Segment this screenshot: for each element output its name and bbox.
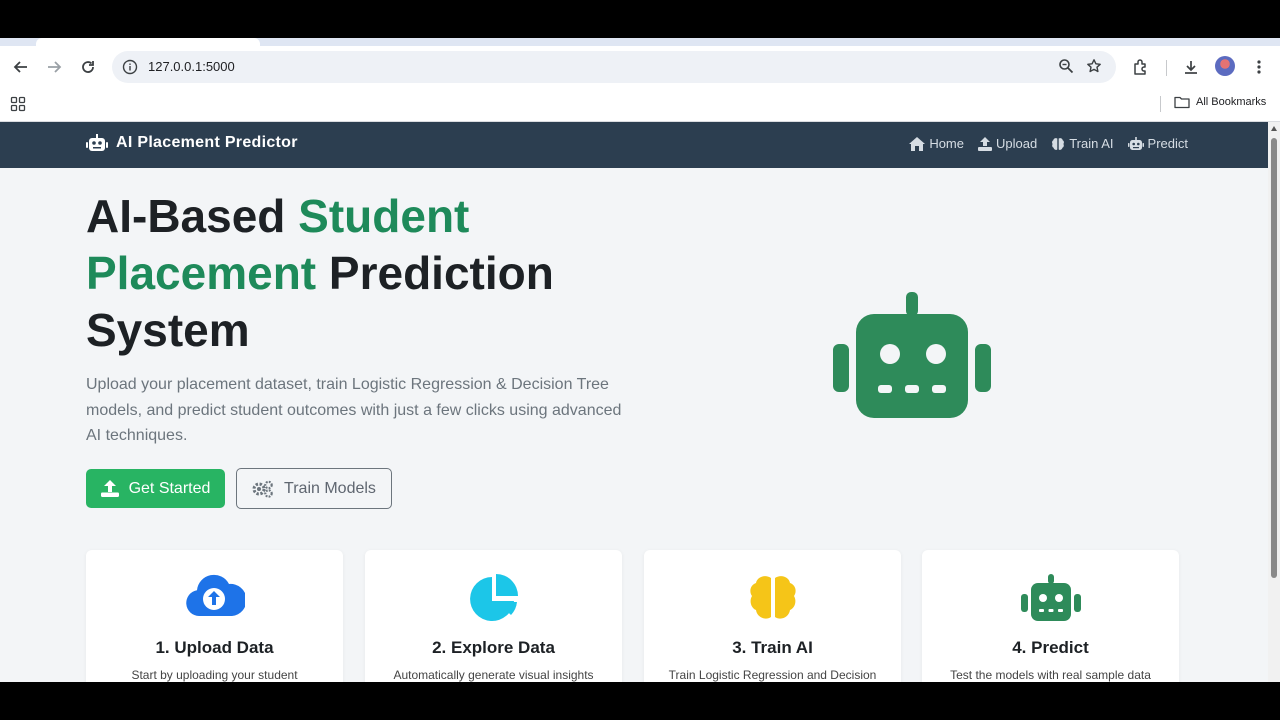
- back-icon[interactable]: [8, 54, 34, 80]
- card-text: Train Logistic Regression and Decision: [668, 668, 877, 682]
- menu-kebab-icon[interactable]: [1246, 54, 1272, 80]
- url-text[interactable]: 127.0.0.1:5000: [148, 59, 235, 74]
- nav-links: Home Upload Train AI Predict: [909, 136, 1188, 151]
- address-bar[interactable]: 127.0.0.1:5000: [112, 51, 1116, 83]
- upload-icon: [100, 480, 119, 497]
- site-navbar: AI Placement Predictor Home Upload Train…: [0, 122, 1268, 168]
- reload-icon[interactable]: [75, 54, 101, 80]
- browser-toolbar: 127.0.0.1:5000: [0, 46, 1280, 88]
- tab-strip: [0, 38, 1280, 46]
- download-icon[interactable]: [1178, 54, 1204, 80]
- nav-predict[interactable]: Predict: [1127, 136, 1188, 151]
- cloud-upload-icon: [185, 574, 245, 616]
- site-info-icon[interactable]: [122, 59, 138, 75]
- hero-robot-icon: [830, 288, 994, 425]
- card-title: 1. Upload Data: [155, 638, 274, 657]
- extensions-icon[interactable]: [1128, 54, 1154, 80]
- robot-icon: [1127, 136, 1144, 150]
- apps-grid-icon[interactable]: [10, 96, 26, 117]
- brain-icon: [749, 576, 796, 619]
- brand-link[interactable]: AI Placement Predictor: [86, 134, 298, 152]
- card-title: 4. Predict: [1012, 638, 1089, 657]
- robot-icon: [86, 134, 108, 151]
- feature-card-explore: 2. Explore Data Automatically generate v…: [365, 550, 622, 682]
- robot-icon: [1020, 574, 1081, 621]
- hero-description: Upload your placement dataset, train Log…: [86, 376, 622, 444]
- toolbar-divider: [1166, 60, 1167, 76]
- page-viewport: AI Placement Predictor Home Upload Train…: [0, 122, 1268, 682]
- scroll-up-icon[interactable]: [1271, 126, 1277, 131]
- get-started-button[interactable]: Get Started: [86, 469, 225, 508]
- forward-icon[interactable]: [41, 54, 67, 80]
- nav-upload-label: Upload: [996, 136, 1038, 151]
- letterbox-bottom: [0, 682, 1280, 720]
- nav-predict-label: Predict: [1147, 136, 1188, 151]
- folder-icon: [1174, 96, 1190, 109]
- bookmark-star-icon[interactable]: [1086, 58, 1102, 79]
- feature-card-train: 3. Train AI Train Logistic Regression an…: [644, 550, 901, 682]
- get-started-label: Get Started: [128, 479, 211, 497]
- bookmarks-bar: All Bookmarks: [0, 88, 1280, 122]
- letterbox-top: [0, 0, 1280, 38]
- feature-card-predict: 4. Predict Test the models with real sam…: [922, 550, 1179, 682]
- train-models-button[interactable]: Train Models: [236, 468, 392, 509]
- scrollbar-thumb[interactable]: [1271, 138, 1277, 578]
- page-scrollbar[interactable]: [1268, 122, 1280, 682]
- all-bookmarks-button[interactable]: All Bookmarks: [1174, 95, 1266, 109]
- profile-avatar[interactable]: [1215, 56, 1235, 76]
- hero-title: AI-Based Student Placement Prediction Sy…: [86, 188, 646, 359]
- brand-name: AI Placement Predictor: [116, 134, 298, 151]
- card-text: Test the models with real sample data: [950, 668, 1151, 682]
- card-text: Start by uploading your student: [131, 668, 298, 682]
- card-title: 3. Train AI: [732, 638, 813, 657]
- brain-icon: [1052, 137, 1065, 150]
- nav-upload[interactable]: Upload: [978, 136, 1037, 151]
- nav-home[interactable]: Home: [909, 136, 964, 151]
- feature-card-upload: 1. Upload Data Start by uploading your s…: [86, 550, 343, 682]
- nav-train-label: Train AI: [1069, 136, 1114, 151]
- upload-icon: [978, 136, 992, 151]
- nav-home-label: Home: [929, 136, 964, 151]
- active-tab[interactable]: [36, 38, 260, 46]
- card-text: Automatically generate visual insights: [393, 668, 594, 682]
- all-bookmarks-label: All Bookmarks: [1196, 96, 1267, 108]
- nav-train[interactable]: Train AI: [1051, 136, 1114, 151]
- gears-icon: [252, 480, 273, 498]
- browser-chrome: 127.0.0.1:5000 All Bookmarks: [0, 38, 1280, 122]
- zoom-icon[interactable]: [1058, 58, 1074, 79]
- card-title: 2. Explore Data: [432, 638, 555, 657]
- train-models-label: Train Models: [284, 479, 376, 497]
- bookmarks-divider: [1160, 96, 1161, 112]
- home-icon: [909, 136, 926, 151]
- hero-title-part1: AI-Based: [86, 190, 299, 242]
- pie-chart-icon: [469, 574, 518, 621]
